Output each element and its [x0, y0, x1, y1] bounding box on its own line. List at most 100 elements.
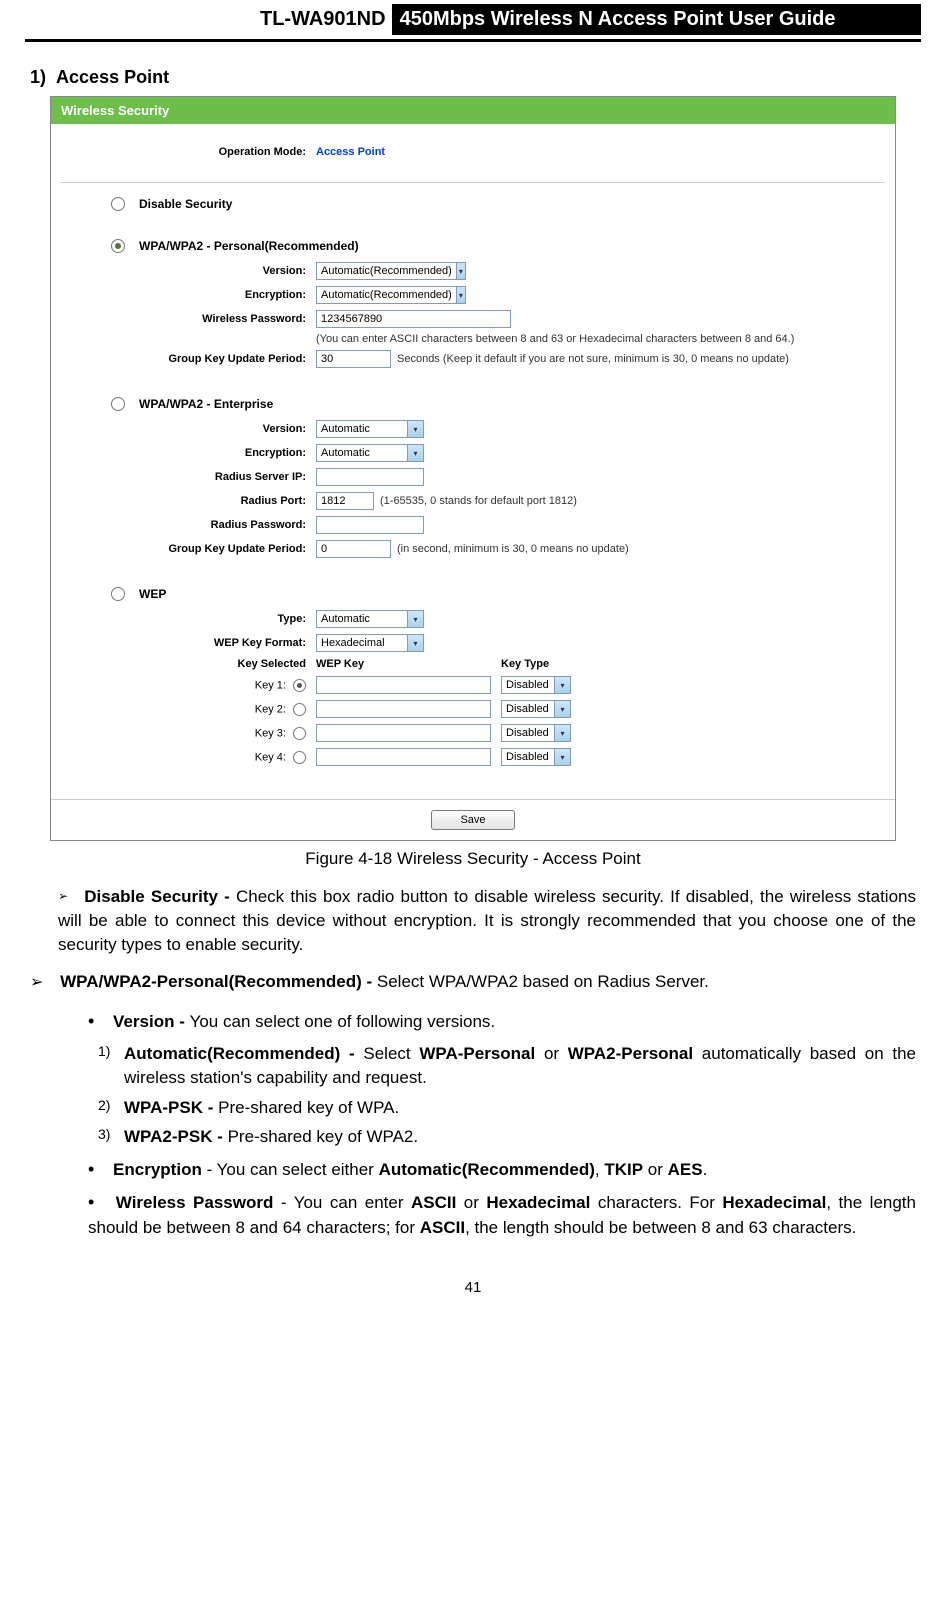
ent-group-key-label: Group Key Update Period:	[51, 543, 316, 555]
encryption-value: Automatic(Recommended)	[321, 289, 452, 301]
page-number: 41	[30, 1279, 916, 1296]
group-key-hint: Seconds (Keep it default if you are not …	[397, 353, 789, 365]
chevron-down-icon: ▾	[554, 725, 570, 741]
chevron-down-icon: ▾	[407, 611, 423, 627]
radius-ip-label: Radius Server IP:	[51, 471, 316, 483]
encryption-desc: Encryption - You can select either Autom…	[30, 1157, 916, 1182]
operation-mode-label: Operation Mode:	[51, 146, 316, 158]
ent-version-select[interactable]: Automatic ▾	[316, 420, 424, 438]
wireless-password-desc: Wireless Password - You can enter ASCII …	[30, 1190, 916, 1239]
chevron-down-icon: ▾	[554, 677, 570, 693]
chevron-down-icon: ▾	[407, 635, 423, 651]
save-button[interactable]: Save	[431, 810, 514, 830]
wpa-personal-label: WPA/WPA2 - Personal(Recommended)	[139, 239, 359, 253]
disable-security-option[interactable]: Disable Security	[111, 193, 895, 215]
wpa-psk-desc: 2) WPA-PSK - Pre-shared key of WPA.	[30, 1096, 916, 1120]
radius-port-input[interactable]: 1812	[316, 492, 374, 510]
ent-version-label: Version:	[51, 423, 316, 435]
wep-key-label: Key 2:	[51, 703, 316, 716]
wep-type-value: Automatic	[321, 613, 370, 625]
section-number: 1)	[30, 67, 46, 87]
wep-label: WEP	[139, 587, 166, 601]
group-key-label: Group Key Update Period:	[51, 353, 316, 365]
wep-key-header: WEP Key	[316, 658, 501, 670]
radio-icon	[111, 197, 125, 211]
radio-icon-selected	[111, 239, 125, 253]
ent-version-value: Automatic	[321, 423, 370, 435]
version-select[interactable]: Automatic(Recommended) ▾	[316, 262, 466, 280]
encryption-label: Encryption:	[51, 289, 316, 301]
radius-pwd-input[interactable]	[316, 516, 424, 534]
wep-format-label: WEP Key Format:	[51, 637, 316, 649]
ent-encryption-select[interactable]: Automatic ▾	[316, 444, 424, 462]
radio-icon	[111, 587, 125, 601]
panel-title: Wireless Security	[51, 97, 895, 124]
wpa2-psk-desc: 3) WPA2-PSK - Pre-shared key of WPA2.	[30, 1125, 916, 1149]
group-key-input[interactable]: 30	[316, 350, 391, 368]
wep-key-type-select[interactable]: Disabled▾	[501, 700, 571, 718]
chevron-down-icon: ▾	[554, 749, 570, 765]
disable-security-label: Disable Security	[139, 197, 232, 211]
wep-key-row: Key 1: Disabled▾	[51, 673, 895, 697]
wireless-password-label: Wireless Password:	[51, 313, 316, 325]
radio-icon	[111, 397, 125, 411]
wep-format-select[interactable]: Hexadecimal ▾	[316, 634, 424, 652]
wep-key-row: Key 4: Disabled▾	[51, 745, 895, 769]
wep-option[interactable]: WEP	[111, 583, 895, 605]
chevron-down-icon: ▾	[407, 421, 423, 437]
ent-group-key-input[interactable]: 0	[316, 540, 391, 558]
wep-key-row: Key 2: Disabled▾	[51, 697, 895, 721]
wep-key-radio[interactable]	[293, 703, 306, 716]
encryption-select[interactable]: Automatic(Recommended) ▾	[316, 286, 466, 304]
wep-format-value: Hexadecimal	[321, 637, 385, 649]
operation-mode-value: Access Point	[316, 146, 385, 158]
wep-key-input[interactable]	[316, 724, 491, 742]
wireless-password-input[interactable]: 1234567890	[316, 310, 511, 328]
ent-encryption-label: Encryption:	[51, 447, 316, 459]
guide-title: 450Mbps Wireless N Access Point User Gui…	[392, 4, 921, 35]
wep-type-label: Type:	[51, 613, 316, 625]
wpa-enterprise-label: WPA/WPA2 - Enterprise	[139, 397, 273, 411]
chevron-down-icon: ▾	[554, 701, 570, 717]
wep-key-row: Key 3: Disabled▾	[51, 721, 895, 745]
wep-key-label: Key 4:	[51, 751, 316, 764]
version-label: Version:	[51, 265, 316, 277]
key-selected-header: Key Selected	[51, 658, 316, 670]
wep-key-radio[interactable]	[293, 751, 306, 764]
wep-key-radio[interactable]	[293, 727, 306, 740]
wep-key-input[interactable]	[316, 748, 491, 766]
figure-caption: Figure 4-18 Wireless Security - Access P…	[30, 849, 916, 869]
chevron-down-icon: ▾	[456, 287, 465, 303]
radius-ip-input[interactable]	[316, 468, 424, 486]
automatic-desc: 1) Automatic(Recommended) - Select WPA-P…	[30, 1042, 916, 1090]
wpa-enterprise-option[interactable]: WPA/WPA2 - Enterprise	[111, 393, 895, 415]
chevron-down-icon: ▾	[456, 263, 465, 279]
wep-key-input[interactable]	[316, 676, 491, 694]
version-desc: Version - You can select one of followin…	[30, 1009, 916, 1034]
wep-key-label: Key 1:	[51, 679, 316, 692]
model-number: TL-WA901ND	[260, 8, 386, 31]
config-screenshot: Wireless Security Operation Mode: Access…	[50, 96, 896, 841]
wep-key-type-select[interactable]: Disabled▾	[501, 676, 571, 694]
wpa-personal-desc: WPA/WPA2-Personal(Recommended) - Select …	[30, 970, 916, 994]
password-hint: (You can enter ASCII characters between …	[51, 333, 895, 345]
section-heading: 1) Access Point	[30, 67, 916, 88]
wep-key-type-select[interactable]: Disabled▾	[501, 724, 571, 742]
wep-key-type-select[interactable]: Disabled▾	[501, 748, 571, 766]
version-value: Automatic(Recommended)	[321, 265, 452, 277]
wep-key-input[interactable]	[316, 700, 491, 718]
radius-port-hint: (1-65535, 0 stands for default port 1812…	[380, 495, 577, 507]
wpa-personal-option[interactable]: WPA/WPA2 - Personal(Recommended)	[111, 235, 895, 257]
page-header: TL-WA901ND 450Mbps Wireless N Access Poi…	[25, 0, 921, 42]
key-type-header: Key Type	[501, 658, 549, 670]
wep-key-radio[interactable]	[293, 679, 306, 692]
wep-key-label: Key 3:	[51, 727, 316, 740]
ent-group-key-hint: (in second, minimum is 30, 0 means no up…	[397, 543, 629, 555]
radius-port-label: Radius Port:	[51, 495, 316, 507]
ent-encryption-value: Automatic	[321, 447, 370, 459]
radius-pwd-label: Radius Password:	[51, 519, 316, 531]
disable-security-desc: Disable Security - Check this box radio …	[30, 885, 916, 956]
chevron-down-icon: ▾	[407, 445, 423, 461]
section-title: Access Point	[56, 67, 169, 87]
wep-type-select[interactable]: Automatic ▾	[316, 610, 424, 628]
